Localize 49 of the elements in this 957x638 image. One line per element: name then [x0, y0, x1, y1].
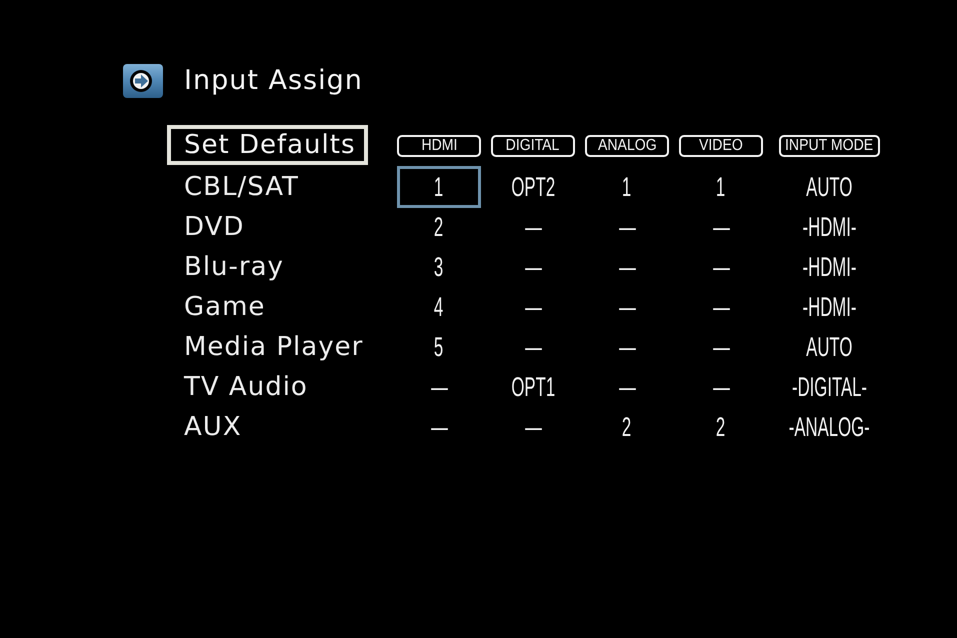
table-cell[interactable]: -ANALOG- — [779, 406, 880, 448]
column-header: INPUT MODE — [779, 135, 880, 157]
table-cell[interactable]: — — [397, 406, 481, 448]
source-label: Game — [183, 291, 266, 323]
source-label: TV Audio — [182, 371, 309, 403]
table-cell[interactable]: — — [679, 326, 763, 368]
table-cell[interactable]: — — [679, 246, 763, 288]
source-label: AUX — [183, 411, 243, 443]
table-cell[interactable]: — — [585, 366, 669, 408]
source-label: DVD — [183, 211, 246, 243]
table-cell[interactable]: — — [679, 286, 763, 328]
table-cell[interactable]: — — [585, 206, 669, 248]
table-cell[interactable]: — — [679, 206, 763, 248]
table-cell[interactable]: 3 — [397, 246, 481, 288]
table-cell[interactable]: 1 — [585, 166, 669, 208]
table-cell[interactable]: 2 — [585, 406, 669, 448]
table-cell[interactable]: — — [491, 246, 575, 288]
table-cell[interactable]: — — [397, 366, 481, 408]
column-header: DIGITAL — [491, 135, 575, 157]
table-cell[interactable]: 2 — [397, 206, 481, 248]
table-cell[interactable]: -HDMI- — [779, 286, 880, 328]
table-cell[interactable]: OPT2 — [491, 166, 575, 208]
source-label: Blu-ray — [183, 251, 285, 283]
table-cell[interactable]: — — [585, 286, 669, 328]
table-cell[interactable]: -HDMI- — [779, 206, 880, 248]
table-cell[interactable]: — — [585, 326, 669, 368]
table-cell[interactable]: — — [491, 326, 575, 368]
table-cell[interactable]: AUTO — [779, 326, 880, 368]
source-label: Media Player — [183, 331, 364, 363]
table-cell[interactable]: — — [491, 406, 575, 448]
table-cell[interactable]: — — [491, 286, 575, 328]
source-label: CBL/SAT — [183, 171, 300, 203]
set-defaults-button[interactable]: Set Defaults — [167, 125, 368, 165]
screen-title: Input Assign — [184, 64, 363, 98]
table-cell[interactable]: — — [585, 246, 669, 288]
column-header: ANALOG — [585, 135, 669, 157]
table-cell[interactable]: 4 — [397, 286, 481, 328]
table-cell[interactable]: — — [679, 366, 763, 408]
table-cell[interactable]: — — [491, 206, 575, 248]
table-cell[interactable]: -HDMI- — [779, 246, 880, 288]
column-header: VIDEO — [679, 135, 763, 157]
table-cell[interactable]: OPT1 — [491, 366, 575, 408]
column-header: HDMI — [397, 135, 481, 157]
table-cell[interactable]: 1 — [397, 166, 481, 208]
table-cell[interactable]: -DIGITAL- — [779, 366, 880, 408]
table-cell[interactable]: AUTO — [779, 166, 880, 208]
table-cell[interactable]: 5 — [397, 326, 481, 368]
table-cell[interactable]: 2 — [679, 406, 763, 448]
table-cell[interactable]: 1 — [679, 166, 763, 208]
